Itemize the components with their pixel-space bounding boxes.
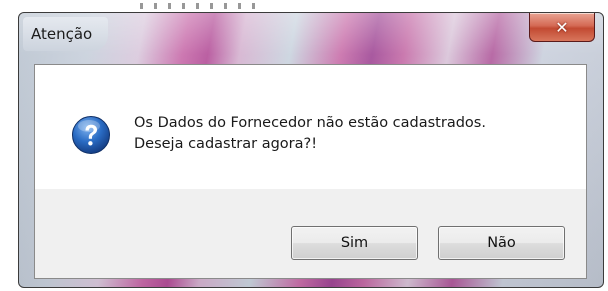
close-button[interactable]: ✕ — [529, 13, 595, 42]
dialog-window: Atenção ✕ Os Dados do Fornecedor não est… — [18, 12, 604, 288]
help-question-icon — [72, 116, 110, 154]
message-line-2: Deseja cadastrar agora?! — [134, 136, 318, 152]
title-bar[interactable]: Atenção — [23, 17, 109, 51]
yes-button[interactable]: Sim — [291, 226, 418, 260]
no-button[interactable]: Não — [438, 226, 565, 260]
dialog-client-area: Os Dados do Fornecedor não estão cadastr… — [34, 64, 587, 279]
message-text: Os Dados do Fornecedor não estão cadastr… — [134, 113, 486, 155]
message-panel: Os Dados do Fornecedor não estão cadastr… — [35, 65, 586, 189]
dialog-title: Atenção — [31, 25, 93, 43]
message-line-1: Os Dados do Fornecedor não estão cadastr… — [134, 115, 486, 131]
close-icon: ✕ — [555, 17, 569, 37]
background-fragment — [140, 3, 260, 9]
